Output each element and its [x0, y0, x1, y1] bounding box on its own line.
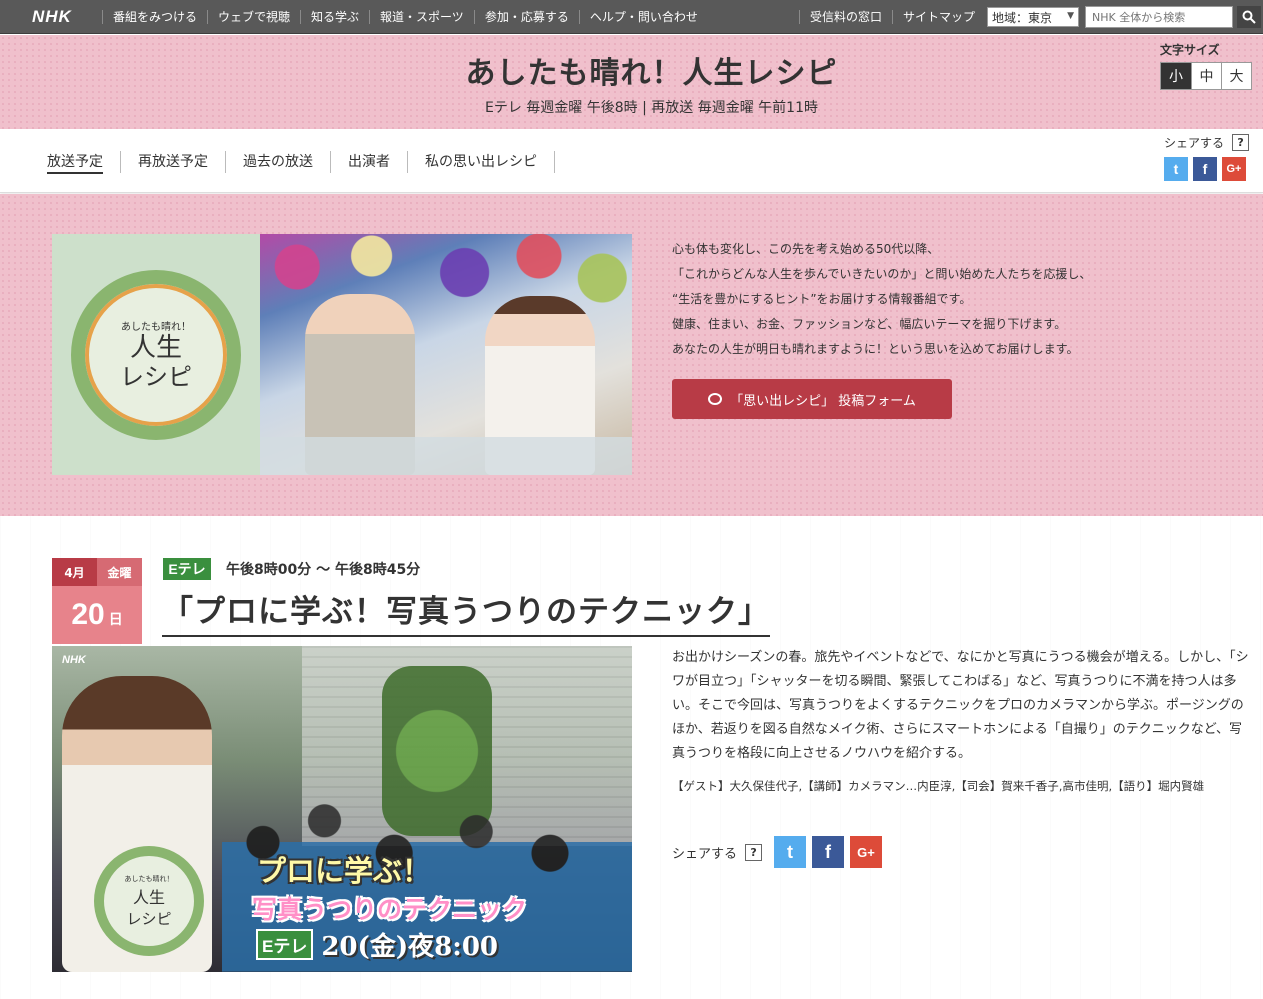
font-size-medium-button[interactable]: 中: [1191, 63, 1221, 89]
share-episode: シェアする? t f G+: [672, 836, 883, 868]
program-schedule: Eテレ 毎週金曜 午後8時 | 再放送 毎週金曜 午前11時: [485, 100, 818, 116]
program-nav-rebroadcast[interactable]: 再放送予定: [121, 151, 226, 173]
search-icon: [1242, 10, 1256, 24]
logo-line1: 人生: [129, 333, 182, 363]
program-nav-label: 再放送予定: [138, 154, 208, 170]
hosts-photo: [260, 234, 632, 475]
font-size-label: 文字サイズ: [1160, 43, 1220, 57]
hero-image: あしたも晴れ！ 人生 レシピ: [52, 234, 632, 475]
program-nav-cast[interactable]: 出演者: [331, 151, 408, 173]
chevron-down-icon: ▼: [1067, 11, 1074, 21]
global-nav-right: 受信料の窓口 サイトマップ 地域：東京 ▼: [798, 0, 1263, 34]
google-plus-icon: G+: [857, 844, 875, 860]
global-nav-item[interactable]: ウェブで視聴: [207, 9, 300, 24]
search-input[interactable]: [1085, 6, 1233, 28]
episode-title[interactable]: 「プロに学ぶ！写真うつりのテクニック」: [162, 586, 770, 637]
recipe-form-label: 「思い出レシピ」 投稿フォーム: [730, 393, 916, 409]
program-description: 心も体も変化し、この先を考え始める50代以降、 「これからどんな人生を歩んでいき…: [672, 237, 1192, 362]
description-line: “生活を豊かにするヒント”をお届けする情報番組です。: [672, 292, 972, 306]
share-label: シェアする: [1164, 136, 1225, 150]
broadcast-date: 4月 金曜 20 日: [52, 558, 142, 644]
google-plus-icon: G+: [1226, 163, 1242, 175]
search-button[interactable]: [1237, 6, 1261, 28]
program-nav-label: 過去の放送: [243, 154, 313, 170]
logo-line2: レシピ: [126, 909, 172, 928]
share-header: シェアする? t f G+: [1164, 134, 1251, 181]
global-nav-item[interactable]: 番組をみつける: [102, 9, 207, 24]
facebook-share-button[interactable]: f: [812, 836, 845, 868]
global-nav-item[interactable]: ヘルプ・問い合わせ: [578, 9, 708, 24]
description-line: あなたの人生が明日も晴れますように！という思いを込めてお届けします。: [672, 342, 1079, 356]
nhk-watermark: NHK: [62, 654, 86, 666]
nhk-global-bar: NHK 番組をみつける ウェブで視聴 知る学ぶ 報道・スポーツ 参加・応募する …: [0, 0, 1263, 34]
caption-line1: プロに学ぶ！: [257, 854, 432, 888]
global-nav-item[interactable]: 報道・スポーツ: [369, 9, 474, 24]
program-nav-label: 放送予定: [47, 154, 103, 174]
date-day-label: 日: [108, 612, 123, 628]
program-title[interactable]: あしたも晴れ！人生レシピ: [0, 48, 1263, 92]
episode-image: NHK あしたも晴れ！ 人生 レシピ プロに学ぶ！ 写真うつりのテクニック Eテ…: [52, 646, 632, 972]
channel-badge: Eテレ: [163, 558, 211, 580]
episode-section: 4月 金曜 20 日 Eテレ 午後8時00分 ～ 午後8時45分 「プロに学ぶ！…: [0, 516, 1263, 999]
program-logo: あしたも晴れ！ 人生 レシピ: [52, 234, 260, 475]
episode-credits: 【ゲスト】大久保佳代子,【講師】カメラマン…内臣淳,【司会】賀来千香子,高市佳明…: [672, 779, 1205, 793]
sitemap-link[interactable]: サイトマップ: [891, 10, 985, 24]
program-nav-label: 私の思い出レシピ: [425, 154, 537, 170]
logo-small-text: あしたも晴れ！: [124, 874, 174, 883]
program-nav-past[interactable]: 過去の放送: [226, 151, 331, 173]
program-nav-label: 出演者: [348, 154, 390, 170]
date-month: 4月: [64, 565, 85, 580]
logo-small-text: あしたも晴れ！: [121, 322, 191, 333]
font-size-large-button[interactable]: 大: [1221, 63, 1251, 89]
google-plus-share-button[interactable]: G+: [850, 836, 883, 868]
share-help-icon[interactable]: ?: [745, 843, 763, 861]
share-help-icon[interactable]: ?: [1232, 134, 1250, 151]
region-value: 地域：東京: [992, 10, 1053, 25]
caption-broadcast: Eテレ 20(金)夜8:00: [256, 926, 498, 963]
facebook-icon: f: [825, 841, 832, 862]
program-nav-recipe[interactable]: 私の思い出レシピ: [408, 151, 555, 173]
twitter-share-button[interactable]: t: [774, 836, 807, 868]
program-header: あしたも晴れ！人生レシピ Eテレ 毎週金曜 午後8時 | 再放送 毎週金曜 午前…: [0, 35, 1263, 129]
episode-description: お出かけシーズンの春。旅先やイベントなどで、なにかと写真にうつる機会が増える。し…: [672, 650, 1249, 761]
caption-time: 20(金)夜8:00: [321, 932, 498, 962]
twitter-icon: t: [787, 841, 794, 862]
date-weekday: 金曜: [97, 558, 142, 586]
global-nav-item[interactable]: 知る学ぶ: [300, 9, 369, 24]
facebook-share-button[interactable]: f: [1193, 157, 1217, 181]
caption-channel: Eテレ: [256, 929, 314, 960]
program-hero: あしたも晴れ！ 人生 レシピ 心も体も変化し、この先を考え始める50代以降、 「…: [0, 194, 1263, 516]
description-line: 健康、住まい、お金、ファッションなど、幅広いテーマを掘り下げます。: [672, 317, 1067, 331]
logo-line2: レシピ: [120, 363, 192, 391]
share-label: シェアする: [672, 846, 738, 862]
global-nav-item[interactable]: 参加・応募する: [473, 9, 579, 24]
program-nav: 放送予定 再放送予定 過去の放送 出演者 私の思い出レシピ シェアする? t f…: [0, 129, 1263, 193]
logo-line1: 人生: [132, 887, 165, 907]
program-nav-schedule[interactable]: 放送予定: [47, 151, 121, 174]
google-plus-share-button[interactable]: G+: [1222, 157, 1246, 181]
twitter-share-button[interactable]: t: [1164, 157, 1188, 181]
font-size-small-button[interactable]: 小: [1161, 63, 1191, 89]
caption-line2: 写真うつりのテクニック: [252, 895, 528, 924]
font-size-switcher: 文字サイズ 小 中 大: [1160, 41, 1252, 90]
speech-bubble-icon: [708, 393, 723, 405]
twitter-icon: t: [1173, 161, 1179, 177]
facebook-icon: f: [1202, 161, 1208, 177]
fee-window-link[interactable]: 受信料の窓口: [798, 10, 892, 24]
nhk-logo[interactable]: NHK: [32, 7, 88, 27]
episode-time: 午後8時00分 ～ 午後8時45分: [226, 562, 421, 578]
global-nav: 番組をみつける ウェブで視聴 知る学ぶ 報道・スポーツ 参加・応募する ヘルプ・…: [102, 9, 708, 24]
episode-logo: あしたも晴れ！ 人生 レシピ: [94, 846, 204, 956]
description-line: 「これからどんな人生を歩んでいきたいのか」と問い始めた人たちを応援し、: [672, 267, 1092, 281]
region-select[interactable]: 地域：東京 ▼: [987, 7, 1079, 27]
recipe-form-button[interactable]: 「思い出レシピ」 投稿フォーム: [672, 379, 952, 419]
description-line: 心も体も変化し、この先を考え始める50代以降、: [672, 242, 940, 256]
date-day: 20: [71, 598, 105, 631]
